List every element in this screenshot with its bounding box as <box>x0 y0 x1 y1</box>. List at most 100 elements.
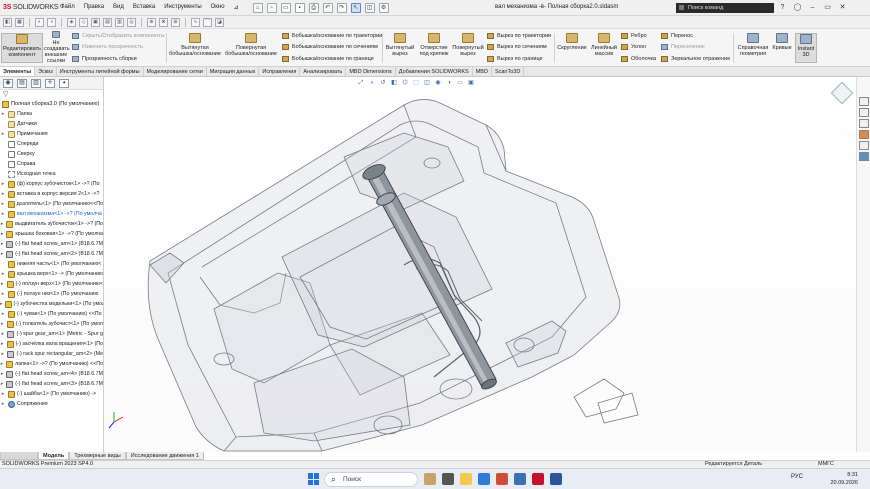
options-gear-icon[interactable]: ⚙ <box>378 2 389 13</box>
expand-arrow-icon[interactable]: ▸ <box>0 109 6 119</box>
tab-evaluate[interactable]: Анализировать <box>300 67 347 76</box>
tab-model[interactable]: Модель <box>38 452 70 460</box>
apply-scene-icon[interactable]: ▭ <box>456 79 464 87</box>
tree-item[interactable]: ▸ (-) flat head screw_am<1> (B18.6.7M <box>0 239 103 249</box>
swept-cut-button[interactable]: Вырез по траектории <box>487 33 551 39</box>
tree-item[interactable]: ▸ выдвигатель зубочисток<1> ->? (По <box>0 219 103 229</box>
open-folder-icon[interactable]: ▭ <box>280 2 291 13</box>
word-icon[interactable] <box>550 473 562 485</box>
tree-item[interactable]: Справа <box>0 159 103 169</box>
tool-10-icon[interactable]: ◎ <box>127 17 136 27</box>
tool-12-icon[interactable]: ⊗ <box>159 17 168 27</box>
home-icon[interactable]: ⌂ <box>252 2 263 13</box>
tree-item[interactable]: ▸ (-) flat head screw_am<3> (B18.6.7M <box>0 379 103 389</box>
custom-properties-icon[interactable] <box>858 152 869 161</box>
design-library-icon[interactable] <box>858 108 869 117</box>
tree-item[interactable]: ▸ (-) зубочистка модельки<1> (По умол <box>0 299 103 309</box>
solidworks-taskbar-icon[interactable] <box>532 473 544 485</box>
edit-appearance-icon[interactable]: ◑ <box>445 79 453 87</box>
menu-view[interactable]: Вид <box>113 4 124 11</box>
task-view-icon[interactable] <box>442 473 454 485</box>
tab-3d-views[interactable]: Трехмерные виды <box>69 452 126 460</box>
lofted-boss-button[interactable]: Бобышка/основание по сечениям <box>282 44 378 50</box>
revolved-boss-button[interactable]: Повернутая бобышка/основание <box>224 33 278 63</box>
tool-9-icon[interactable]: ▥ <box>115 17 124 27</box>
file-explorer-icon[interactable] <box>858 119 869 128</box>
tree-item[interactable]: ▸ (-) spur gear_am<1> (Metric - Spur g <box>0 329 103 339</box>
expand-arrow-icon[interactable]: ▸ <box>0 389 6 399</box>
reference-geometry-button[interactable]: Справочная геометрия <box>736 33 770 63</box>
configuration-tab-icon[interactable]: ▥ <box>31 79 41 88</box>
property-manager-tab-icon[interactable]: ▤ <box>17 79 27 88</box>
tool-13-icon[interactable]: ⊞ <box>171 17 180 27</box>
tab-scanto3d[interactable]: ScanTo3D <box>492 67 525 76</box>
tool-3-icon[interactable]: ◐ <box>35 17 44 27</box>
tab-mbd-dimensions[interactable]: MBD Dimensions <box>346 67 396 76</box>
assembly-model-render[interactable] <box>104 77 856 452</box>
expand-arrow-icon[interactable]: ▸ <box>0 319 5 329</box>
menu-insert[interactable]: Вставка <box>133 4 155 11</box>
tree-item[interactable]: ▸ (-) ползун низ<1> (По умолчанию <box>0 289 103 299</box>
units-selector[interactable]: ММГС <box>818 461 834 468</box>
tab-data-migration[interactable]: Миграция данных <box>207 67 260 76</box>
mirror-button[interactable]: Зеркальное отражение <box>661 56 730 62</box>
draft-button[interactable]: Уклон <box>621 44 646 50</box>
pin-icon[interactable]: ⊿ <box>234 4 239 11</box>
boundary-cut-button[interactable]: Вырез по границе <box>487 56 543 62</box>
tab-mesh-modeling[interactable]: Моделирование сетки <box>144 67 207 76</box>
tab-motion-study[interactable]: Исследование движения 1 <box>125 452 204 460</box>
view-orientation-icon[interactable]: ⬚ <box>412 79 420 87</box>
menu-edit[interactable]: Правка <box>84 4 104 11</box>
tree-item[interactable]: ▸ (-) flat head screw_am<4> (B18.6.7M <box>0 369 103 379</box>
expand-arrow-icon[interactable]: ▸ <box>0 249 4 259</box>
tool-14-icon[interactable]: ∿ <box>191 17 200 27</box>
expand-arrow-icon[interactable]: ▸ <box>0 399 6 409</box>
change-transparency-button[interactable]: Изменить прозрачность <box>72 44 143 50</box>
undo-icon[interactable]: ↶ <box>322 2 333 13</box>
hide-show-components-button[interactable]: Скрыть/Отобразить компоненты <box>72 33 165 39</box>
hide-show-items-icon[interactable]: ◉ <box>434 79 442 87</box>
tree-item[interactable]: Исходная точка <box>0 169 103 179</box>
rib-button[interactable]: Ребро <box>621 33 647 39</box>
expand-arrow-icon[interactable]: ▸ <box>0 239 4 249</box>
dynamic-annotation-icon[interactable]: ⌬ <box>401 79 409 87</box>
app-icon[interactable] <box>496 473 508 485</box>
appearances-icon[interactable] <box>858 141 869 150</box>
windows-start-icon[interactable] <box>308 473 320 485</box>
file-explorer-taskbar-icon[interactable] <box>460 473 472 485</box>
tool-15-icon[interactable]: ⌒ <box>203 17 212 27</box>
save-icon[interactable]: ▪ <box>294 2 305 13</box>
extruded-boss-button[interactable]: Вытянутая бобышка/основание <box>168 33 222 63</box>
tree-item[interactable]: нижняя часть<1> (По умолчанию< <box>0 259 103 269</box>
tab-mold-tools[interactable]: Инструменты литейной формы <box>57 67 144 76</box>
expand-arrow-icon[interactable]: ▸ <box>0 279 5 289</box>
store-icon[interactable] <box>514 473 526 485</box>
tool-2-icon[interactable]: ▦ <box>15 17 24 27</box>
tab-scroll-area[interactable] <box>0 452 38 460</box>
tree-item[interactable]: ▸ (-) ползун верх<1> (По умолчанию< <box>0 279 103 289</box>
previous-view-icon[interactable]: ↺ <box>379 79 387 87</box>
tree-item[interactable]: ▸ Сопряжения <box>0 399 103 409</box>
tree-root-assembly[interactable]: Полная сборка3.0 (По умолчанию) <box>0 100 103 109</box>
linear-pattern-button[interactable]: Линейный массив <box>589 33 619 63</box>
expand-arrow-icon[interactable]: ▸ <box>0 309 6 319</box>
solidworks-resources-icon[interactable] <box>858 97 869 106</box>
restore-icon[interactable]: ▭ <box>823 3 832 12</box>
expand-arrow-icon[interactable]: ▸ <box>0 379 4 389</box>
dimxpert-tab-icon[interactable]: ✛ <box>45 79 55 88</box>
menu-tools[interactable]: Инструменты <box>164 4 201 11</box>
expand-arrow-icon[interactable]: ▸ <box>0 229 4 239</box>
rebuild-icon[interactable]: ◫ <box>364 2 375 13</box>
input-language[interactable]: РУС <box>791 474 803 480</box>
filter-icon[interactable]: ▽ <box>0 90 103 100</box>
instant-3d-button[interactable]: Instant 3D <box>795 33 817 63</box>
expand-arrow-icon[interactable]: ▸ <box>0 359 4 369</box>
section-view-icon[interactable]: ◧ <box>390 79 398 87</box>
view-settings-icon[interactable]: ▣ <box>467 79 475 87</box>
tab-addins[interactable]: Добавления SOLIDWORKS <box>396 67 473 76</box>
intersect-button[interactable]: Пересечение <box>661 44 705 50</box>
print-icon[interactable]: ⎙ <box>308 2 319 13</box>
help-icon[interactable]: ? <box>778 3 787 12</box>
tree-item[interactable]: ▸ вставка в корпус версия 2<1> ->? <box>0 189 103 199</box>
extruded-cut-button[interactable]: Вытянутый вырез <box>384 33 416 63</box>
